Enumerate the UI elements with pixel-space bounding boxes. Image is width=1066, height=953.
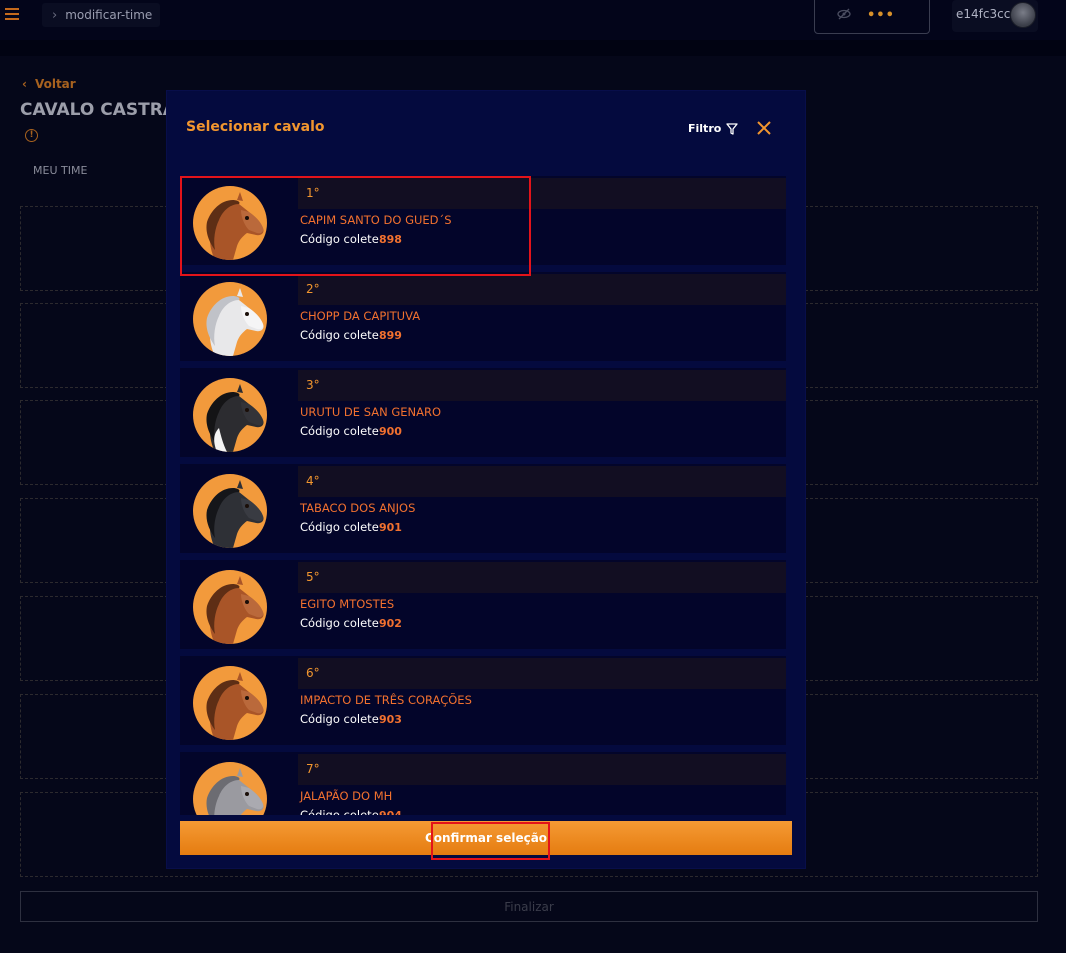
info-icon[interactable]: ! [25, 129, 38, 142]
finalize-button[interactable]: Finalizar [20, 891, 1038, 922]
confirm-button-highlight [431, 822, 550, 860]
back-label: Voltar [34, 77, 76, 91]
code-value: 901 [379, 521, 402, 534]
horse-card[interactable]: 5° EGITO MTOSTES Código colete 902 [180, 560, 786, 649]
horse-rank: 2° [306, 282, 320, 296]
code-label: Código colete [300, 520, 379, 534]
menu-icon[interactable] [5, 8, 19, 20]
code-label: Código colete [300, 616, 379, 630]
tab-my-team[interactable]: MEU TIME [33, 164, 87, 177]
rank-band [298, 754, 786, 785]
rank-band [298, 370, 786, 401]
code-value: 900 [379, 425, 402, 438]
breadcrumb[interactable]: › modificar-time [42, 3, 161, 27]
horse-rank: 7° [306, 762, 320, 776]
rank-band [298, 658, 786, 689]
horse-card[interactable]: 6° IMPACTO DE TRÊS CORAÇÕES Código colete 9… [180, 656, 786, 745]
horse-name: URUTU DE SAN GENARO [300, 405, 442, 419]
horse-rank: 6° [306, 666, 320, 680]
page-title: CAVALO CASTRAD [20, 100, 191, 120]
horse-head-icon [193, 666, 267, 740]
horse-head-icon [193, 282, 267, 356]
horse-name: TABACO DOS ANJOS [300, 501, 416, 515]
balance-box[interactable]: ••• [814, 0, 930, 34]
horse-rank: 4° [306, 474, 320, 488]
code-value: 902 [379, 617, 402, 630]
horse-rank: 3° [306, 378, 320, 392]
horse-card[interactable]: 3° URUTU DE SAN GENARO Código colete 900 [180, 368, 786, 457]
rank-band [298, 466, 786, 497]
chevron-left-icon: ‹ [22, 77, 27, 91]
top-bar: › modificar-time ••• e14fc3cc [0, 0, 1066, 40]
horse-head-icon [193, 378, 267, 452]
code-label: Código colete [300, 712, 379, 726]
horse-head-icon [193, 762, 267, 815]
horse-head-icon [193, 474, 267, 548]
eye-off-icon[interactable] [837, 8, 851, 23]
rank-band [298, 274, 786, 305]
code-label: Código colete [300, 328, 379, 342]
code-label: Código colete [300, 808, 379, 815]
rank-band [298, 562, 786, 593]
back-link[interactable]: ‹ Voltar [22, 77, 76, 91]
code-value: 904 [379, 809, 402, 815]
selected-horse-highlight [180, 176, 531, 276]
chevron-right-icon: › [52, 7, 58, 23]
hidden-value-dots-icon: ••• [867, 7, 895, 23]
horse-card[interactable]: 2° CHOPP DA CAPITUVA Código colete 899 [180, 272, 786, 361]
horse-name: CHOPP DA CAPITUVA [300, 309, 421, 323]
code-value: 903 [379, 713, 402, 726]
horse-name: JALAPÃO DO MH [300, 789, 393, 803]
user-name: e14fc3cc [956, 7, 1011, 21]
horse-head-icon [193, 570, 267, 644]
code-label: Código colete [300, 424, 379, 438]
filter-icon[interactable] [725, 121, 739, 135]
horse-name: EGITO MTOSTES [300, 597, 395, 611]
horse-card[interactable]: 7° JALAPÃO DO MH Código colete904 [180, 752, 786, 815]
avatar[interactable] [1010, 2, 1036, 28]
horse-rank: 5° [306, 570, 320, 584]
close-icon[interactable] [754, 118, 774, 138]
horse-name: IMPACTO DE TRÊS CORAÇÕES [300, 693, 472, 707]
filter-label[interactable]: Filtro [688, 122, 721, 135]
horse-card[interactable]: 4° TABACO DOS ANJOS Código colete 901 [180, 464, 786, 553]
modal-title: Selecionar cavalo [186, 119, 325, 135]
code-value: 899 [379, 329, 402, 342]
breadcrumb-label: modificar-time [65, 8, 153, 22]
